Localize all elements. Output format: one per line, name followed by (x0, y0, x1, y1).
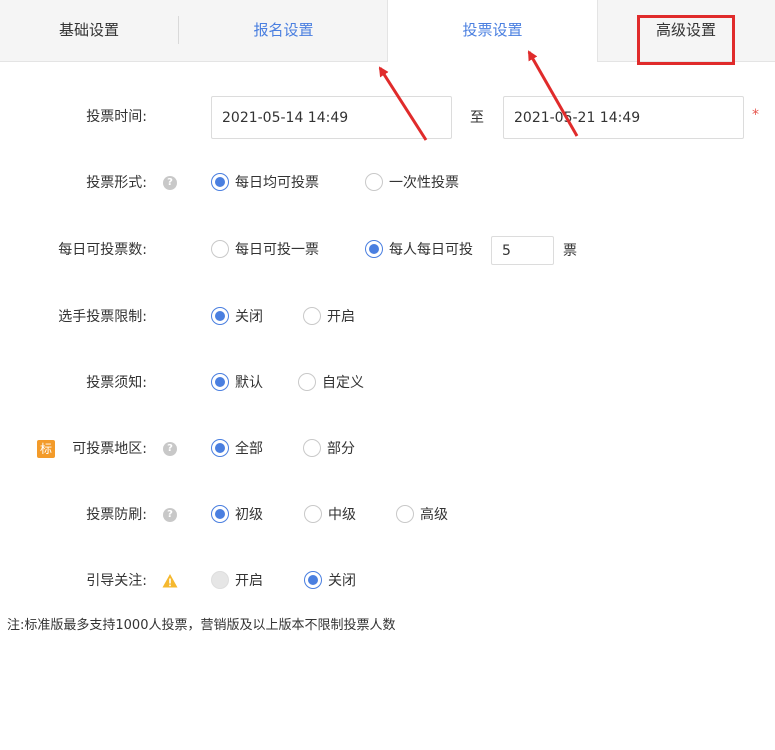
annotation-arrows (378, 50, 579, 141)
arrow-to-vote-tab (527, 50, 579, 137)
arrow-to-signup-tab (378, 66, 428, 141)
